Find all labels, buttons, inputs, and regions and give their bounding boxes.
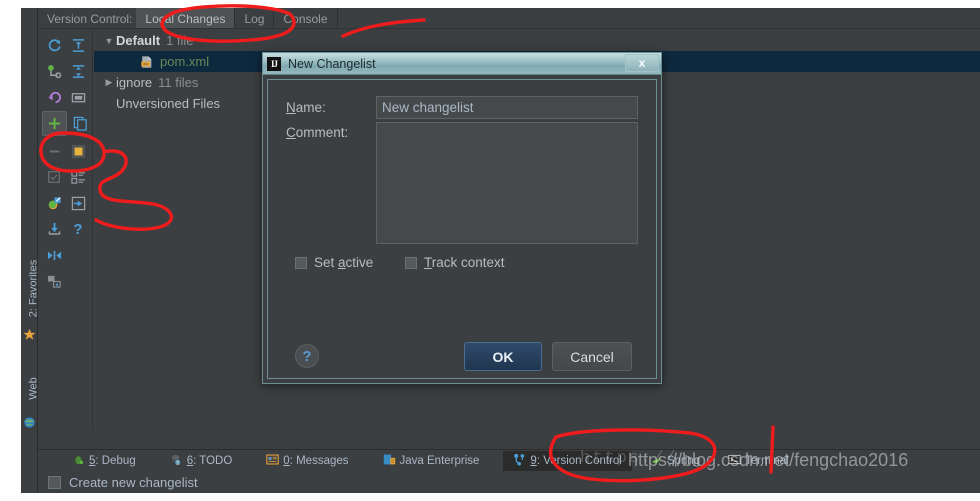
sidebar-item-web-label: Web — [27, 377, 39, 400]
changelist-name: Default — [116, 33, 161, 48]
java-enterprise-icon — [383, 453, 396, 469]
table-row[interactable]: ▶ ignore 11 files — [102, 72, 199, 93]
changelist-icon — [48, 475, 61, 489]
expand-all-icon[interactable] — [67, 34, 89, 56]
changes-toolbar: ? — [39, 30, 93, 430]
set-active-checkbox-label: Set active — [314, 255, 374, 270]
show-diff-folder-icon[interactable] — [67, 86, 89, 108]
comment-input[interactable] — [376, 122, 638, 244]
vcs-icon — [513, 453, 526, 469]
statusbar-todo[interactable]: 6: TODO — [160, 451, 243, 471]
tab-log[interactable]: Log — [235, 8, 275, 28]
set-active-checkbox-box[interactable] — [295, 256, 307, 269]
xml-file-icon: <> — [140, 55, 156, 69]
rollback-icon[interactable] — [43, 86, 65, 108]
screenshot-root: 2: Favorites Web Version Control: Local … — [0, 0, 980, 501]
move-to-changelist-icon[interactable] — [69, 112, 91, 134]
collapse-icon[interactable] — [43, 244, 65, 266]
help-icon-glyph: ? — [73, 220, 83, 238]
statusbar-debug-label: 5: Debug — [89, 454, 136, 467]
intellij-app-icon: IJ — [267, 56, 281, 71]
statusbar-java-enterprise[interactable]: Java Enterprise — [373, 451, 490, 471]
ok-button[interactable]: OK — [464, 342, 542, 371]
track-context-checkbox-box[interactable] — [405, 256, 417, 269]
set-active-changelist-icon[interactable] — [67, 140, 89, 162]
chevron-down-icon[interactable]: ▼ — [102, 36, 116, 46]
todo-icon — [170, 453, 183, 469]
dialog-titlebar[interactable]: IJ New Changelist x — [263, 53, 661, 75]
open-in-editor-icon[interactable] — [43, 192, 65, 214]
tab-console[interactable]: Console — [274, 8, 338, 28]
messages-icon — [266, 453, 280, 469]
group-by-icon[interactable] — [67, 166, 89, 188]
statusbar-todo-label: 6: TODO — [186, 454, 233, 467]
set-active-checkbox[interactable]: Set active — [295, 255, 373, 270]
dialog-title: New Changelist — [288, 56, 376, 71]
changelist-name: Unversioned Files — [116, 96, 221, 111]
file-name: pom.xml — [160, 54, 210, 69]
refresh-icon[interactable] — [43, 34, 65, 56]
chevron-right-icon[interactable]: ▶ — [102, 77, 116, 88]
globe-icon — [23, 416, 36, 429]
toggle-checkbox-icon — [43, 166, 65, 188]
shelve-silently-icon[interactable] — [67, 192, 89, 214]
bug-icon — [72, 453, 85, 469]
table-row[interactable]: Unversioned Files — [102, 93, 220, 114]
status-message: Create new changelist — [69, 474, 198, 490]
cancel-button[interactable]: Cancel — [552, 342, 632, 371]
name-field-label: Name: — [286, 100, 326, 115]
new-changelist-dialog: IJ New Changelist x Name: Comment: Set a… — [262, 52, 662, 384]
tool-window-tabstrip: Version Control: Local Changes Log Conso… — [38, 8, 980, 29]
track-context-checkbox[interactable]: Track context — [405, 255, 505, 270]
dialog-body: Name: Comment: Set active Track context … — [267, 79, 657, 379]
track-context-checkbox-label: Track context — [424, 255, 505, 270]
tab-local-changes[interactable]: Local Changes — [136, 8, 236, 28]
statusbar-debug[interactable]: 5: Debug — [62, 451, 146, 471]
statusbar-java-enterprise-label: Java Enterprise — [399, 454, 480, 467]
name-input[interactable] — [376, 96, 638, 119]
close-icon[interactable]: x — [625, 54, 659, 72]
table-row[interactable]: ▼ Default 1 file — [102, 30, 194, 51]
update-project-icon[interactable] — [43, 218, 65, 240]
comment-field-label: Comment: — [286, 125, 349, 140]
statusbar-messages-label: 0: Messages — [283, 454, 349, 467]
changelist-count: 11 files — [158, 75, 199, 90]
svg-text:<>: <> — [143, 62, 149, 67]
help-icon[interactable]: ? — [67, 218, 89, 240]
left-tool-window-bar: 2: Favorites Web — [21, 8, 39, 493]
delete-changelist-icon — [43, 140, 65, 162]
sidebar-item-favorites-label: 2: Favorites — [27, 259, 39, 318]
watermark-primary: https://blog.csdn.net/fengchao2016 — [628, 450, 909, 470]
statusbar-messages[interactable]: 0: Messages — [256, 451, 358, 471]
collapse-all-icon[interactable] — [67, 60, 89, 82]
help-button[interactable]: ? — [295, 344, 319, 368]
new-changelist-icon[interactable] — [42, 111, 67, 136]
commit-icon[interactable] — [43, 60, 65, 82]
changelist-name: ignore — [116, 75, 153, 90]
status-message-bar: Create new changelist — [38, 471, 980, 493]
group-changes-icon[interactable] — [43, 270, 65, 292]
changelist-count: 1 file — [166, 33, 194, 48]
tool-window-title: Version Control: — [47, 12, 133, 26]
